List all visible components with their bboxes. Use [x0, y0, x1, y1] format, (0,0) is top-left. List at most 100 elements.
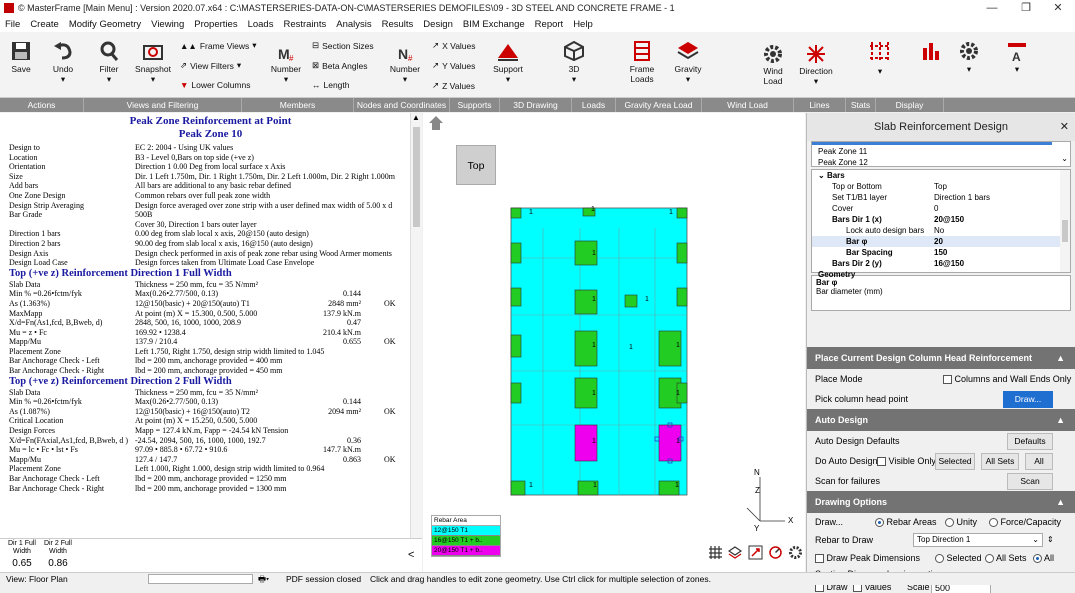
font-button[interactable]: A ▾	[1002, 40, 1032, 74]
menu-item[interactable]: Viewing	[146, 19, 189, 30]
property-row[interactable]: Cover 0	[812, 203, 1070, 214]
filter-button[interactable]: Filter ▾	[94, 40, 124, 84]
scroll-up-icon[interactable]: ▲	[412, 113, 420, 122]
slab-design-panel: Slab Reinforcement Design ✕ Peak Zone 11…	[806, 113, 1075, 593]
draw-peak-checkbox[interactable]: Draw Peak Dimensions	[815, 553, 920, 564]
property-row[interactable]: Geometry	[812, 269, 1070, 280]
menu-item[interactable]: Restraints	[278, 19, 331, 30]
menu-item[interactable]: Report	[530, 19, 569, 30]
report-key: Bar Anchorage Check - Left	[9, 356, 100, 366]
support-button[interactable]: Support ▾	[490, 40, 526, 84]
menu-item[interactable]: Design	[418, 19, 458, 30]
node-number-button[interactable]: N # Number ▾	[388, 44, 422, 84]
all-sets-radio[interactable]: All Sets	[985, 549, 1027, 567]
z-values-button[interactable]: ↗ Z Values	[432, 80, 475, 91]
menu-item[interactable]: Analysis	[331, 19, 376, 30]
snapshot-button[interactable]: Snapshot ▾	[134, 40, 172, 84]
force-capacity-radio[interactable]: Force/Capacity	[989, 513, 1061, 531]
report-value: lbd = 200 mm, anchorage provided = 450 m…	[135, 366, 283, 376]
report-scrollbar[interactable]: ▲	[410, 113, 422, 538]
list-item[interactable]: Peak Zone 11	[812, 146, 1070, 157]
canvas-settings-icon[interactable]	[788, 545, 803, 560]
scroll-thumb[interactable]	[413, 127, 420, 227]
list-item[interactable]: Peak Zone 12	[812, 157, 1070, 166]
x-values-button[interactable]: ↗ X Values	[432, 40, 476, 51]
visible-only-checkbox[interactable]: Visible Only	[877, 451, 936, 471]
report-key: X/d=Fn(FAxial,As1,fcd, B,Bweb, d )	[9, 435, 129, 445]
unity-radio[interactable]: Unity	[945, 513, 977, 531]
print-icon[interactable]: 🖶▾	[258, 573, 269, 585]
gravity-label: Gravity	[674, 64, 702, 74]
display-settings-button[interactable]: ▾	[956, 40, 982, 74]
all-sets-button[interactable]: All Sets	[981, 453, 1019, 470]
property-row[interactable]: Bars Dir 2 (y) 16@150	[812, 258, 1070, 269]
menu-item[interactable]: Create	[25, 19, 64, 30]
svg-text:1: 1	[645, 296, 649, 303]
menu-item[interactable]: Modify Geometry	[64, 19, 146, 30]
selected-button[interactable]: Selected	[935, 453, 975, 470]
selected-radio[interactable]: Selected	[935, 549, 982, 567]
drawing-canvas[interactable]: Top 111 111 111 11 11 111 N Z Y X Rebar …	[423, 113, 805, 572]
y-values-icon: ↗	[432, 60, 440, 70]
menu-item[interactable]: BIM Exchange	[458, 19, 530, 30]
property-row[interactable]: Bars Dir 1 (x) 20@150	[812, 214, 1070, 225]
svg-text:1: 1	[676, 342, 680, 349]
property-row[interactable]: Lock auto design bars No	[812, 225, 1070, 236]
peak-zone-list[interactable]: Peak Zone 11 Peak Zone 12 ⌄	[811, 141, 1071, 167]
minimize-button[interactable]: —	[975, 0, 1009, 16]
panel-close-button[interactable]: ✕	[1060, 113, 1069, 141]
section-sizes-button[interactable]: ⊟ Section Sizes	[312, 40, 374, 51]
direction-button[interactable]: Direction ▾	[796, 44, 836, 86]
layers-icon[interactable]	[728, 545, 743, 560]
menu-item[interactable]: File	[0, 19, 25, 30]
spinner-icon[interactable]: ⇕	[1047, 531, 1054, 549]
lines-button[interactable]: ▾	[866, 40, 894, 76]
property-row[interactable]: Top or Bottom Top	[812, 181, 1070, 192]
lower-columns-button[interactable]: ▼ Lower Columns	[180, 80, 250, 90]
column-head-section-header[interactable]: Place Current Design Column Head Reinfor…	[807, 347, 1075, 369]
member-number-button[interactable]: M # Number ▾	[270, 44, 302, 84]
property-row[interactable]: Bar Spacing 150	[812, 247, 1070, 258]
frame-loads-button[interactable]: Frame Loads	[628, 40, 656, 84]
draw-button[interactable]: Draw...	[1003, 391, 1053, 408]
menu-item[interactable]: Results	[377, 19, 419, 30]
rebar-to-draw-select[interactable]: Top Direction 1 ⌄	[913, 533, 1043, 547]
3d-button[interactable]: 3D ▾	[560, 40, 588, 84]
scan-button[interactable]: Scan	[1007, 473, 1053, 490]
report-row: Location B3 - Level 0,Bars on top side (+…	[0, 153, 421, 163]
grid-snap-icon[interactable]	[708, 545, 723, 560]
save-button[interactable]: Save	[8, 40, 34, 74]
columns-walls-checkbox[interactable]: Columns and Wall Ends Only	[943, 369, 1071, 389]
y-values-button[interactable]: ↗ Y Values	[432, 60, 475, 71]
select-zone-icon[interactable]	[748, 545, 763, 560]
all-radio[interactable]: All	[1033, 549, 1054, 567]
drawing-options-section-header[interactable]: Drawing Options ▲	[807, 491, 1075, 513]
rotate-view-icon[interactable]	[768, 545, 783, 560]
close-window-button[interactable]: ✕	[1041, 0, 1075, 16]
rebar-areas-radio[interactable]: Rebar Areas	[875, 513, 937, 531]
bars-category[interactable]: ⌄ Bars	[812, 170, 1070, 181]
view-filters-button[interactable]: ⇗ View Filters ▾	[180, 60, 241, 71]
collapse-arrow[interactable]: <	[408, 549, 414, 561]
chevron-down-icon[interactable]: ⌄	[1061, 154, 1068, 163]
wind-load-button[interactable]: Wind Load	[758, 44, 788, 86]
beta-angles-button[interactable]: ⊠ Beta Angles	[312, 60, 368, 71]
auto-design-section-header[interactable]: Auto Design ▲	[807, 409, 1075, 431]
defaults-button[interactable]: Defaults	[1007, 433, 1053, 450]
restore-button[interactable]: ❐	[1009, 0, 1043, 16]
gravity-button[interactable]: Gravity ▾	[670, 40, 706, 84]
property-row[interactable]: Set T1/B1 layer Direction 1 bars	[812, 192, 1070, 203]
report-key: One Zone Design	[9, 190, 66, 200]
slab-plan[interactable]: 1 1 1 1 1 1 1 1 1 1 1 1 1 1 1 1 N Z Y X	[423, 113, 805, 572]
grid-scrollbar[interactable]	[1060, 170, 1070, 272]
length-button[interactable]: ↔ Length	[312, 80, 350, 90]
menu-item[interactable]: Properties	[189, 19, 242, 30]
property-grid[interactable]: ⌄ Bars Top or Bottom Top Set T1/B1 layer Di…	[811, 169, 1071, 279]
frame-views-button[interactable]: ▲▲ Frame Views ▾	[180, 40, 257, 51]
menu-item[interactable]: Help	[568, 19, 598, 30]
menu-item[interactable]: Loads	[243, 19, 279, 30]
stats-button[interactable]	[918, 40, 944, 64]
property-row[interactable]: Bar φ 20	[812, 236, 1070, 247]
undo-button[interactable]: Undo ▾	[48, 40, 78, 84]
all-button[interactable]: All	[1025, 453, 1053, 470]
